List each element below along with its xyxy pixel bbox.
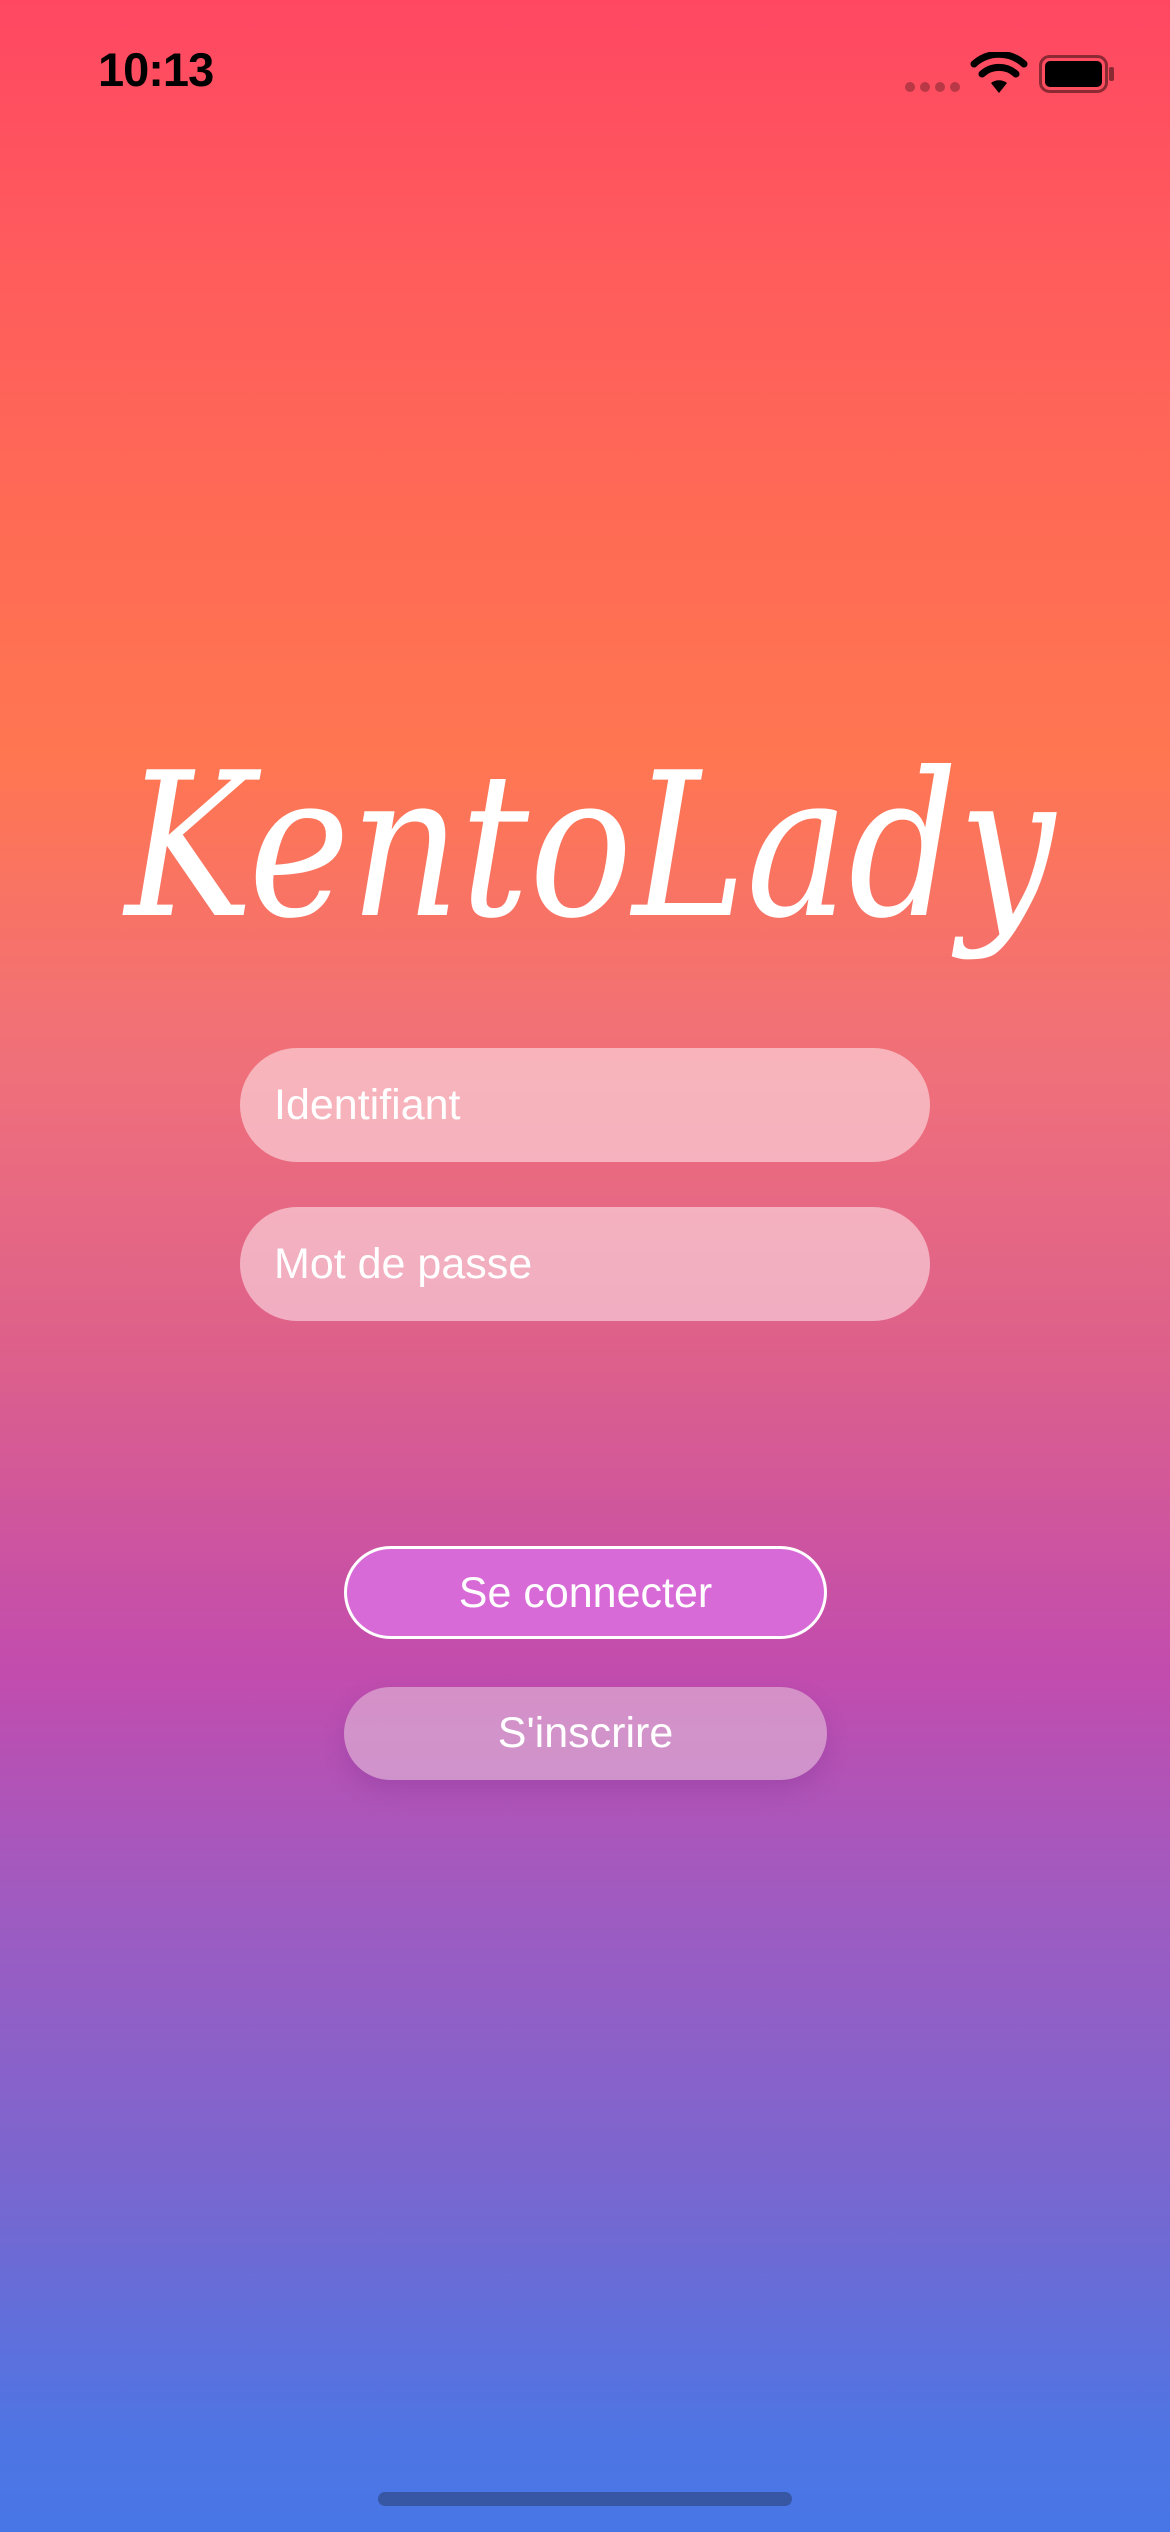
password-input[interactable] <box>240 1207 930 1321</box>
battery-icon <box>1039 55 1114 93</box>
status-time: 10:13 <box>98 43 214 96</box>
signup-button[interactable]: S'inscrire <box>344 1687 827 1780</box>
login-button[interactable]: Se connecter <box>344 1546 827 1639</box>
home-indicator <box>378 2492 792 2506</box>
username-input[interactable] <box>240 1048 930 1162</box>
cellular-signal-icon <box>905 82 961 92</box>
wifi-icon <box>970 52 1028 93</box>
status-bar: 10:13 <box>0 0 1170 150</box>
app-logo: KentoLady <box>122 730 1058 963</box>
svg-text:KentoLady: KentoLady <box>122 730 1058 963</box>
